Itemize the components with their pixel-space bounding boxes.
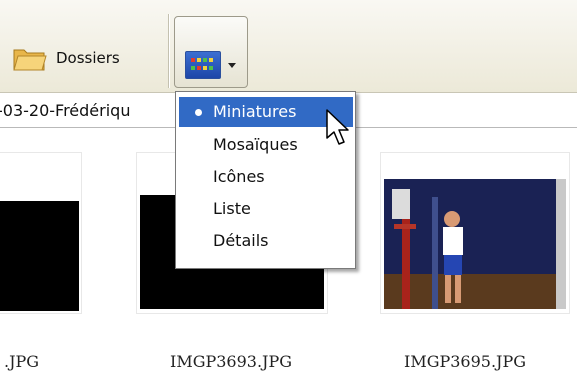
file-tile[interactable]: [380, 152, 570, 314]
menu-item-label: Détails: [213, 231, 269, 250]
folder-icon: [12, 44, 48, 72]
menu-item-details[interactable]: Détails: [179, 226, 353, 256]
file-name: IMGP3695.JPG: [404, 352, 527, 371]
toolbar-separator: [168, 14, 170, 88]
file-name: IMGP3693.JPG: [170, 352, 293, 371]
menu-item-liste[interactable]: Liste: [179, 194, 353, 224]
thumbnail: [0, 201, 79, 311]
folders-button[interactable]: Dossiers: [12, 38, 162, 78]
menu-item-icones[interactable]: Icônes: [179, 162, 353, 192]
views-button[interactable]: [174, 16, 248, 88]
selected-bullet-icon: [195, 109, 202, 116]
views-grid-icon: [185, 51, 221, 79]
chevron-down-icon[interactable]: [228, 63, 236, 68]
toolbar: Dossiers: [0, 0, 577, 93]
mouse-cursor-icon: [325, 108, 351, 152]
menu-item-label: Miniatures: [213, 102, 297, 121]
file-name: .JPG: [4, 352, 40, 371]
file-tile[interactable]: [0, 152, 82, 314]
folders-button-label: Dossiers: [56, 49, 120, 67]
menu-item-label: Icônes: [213, 167, 265, 186]
menu-item-label: Mosaïques: [213, 135, 298, 154]
thumbnail: [384, 179, 566, 309]
address-path: -03-20-Frédériqu: [0, 101, 131, 120]
menu-item-label: Liste: [213, 199, 251, 218]
